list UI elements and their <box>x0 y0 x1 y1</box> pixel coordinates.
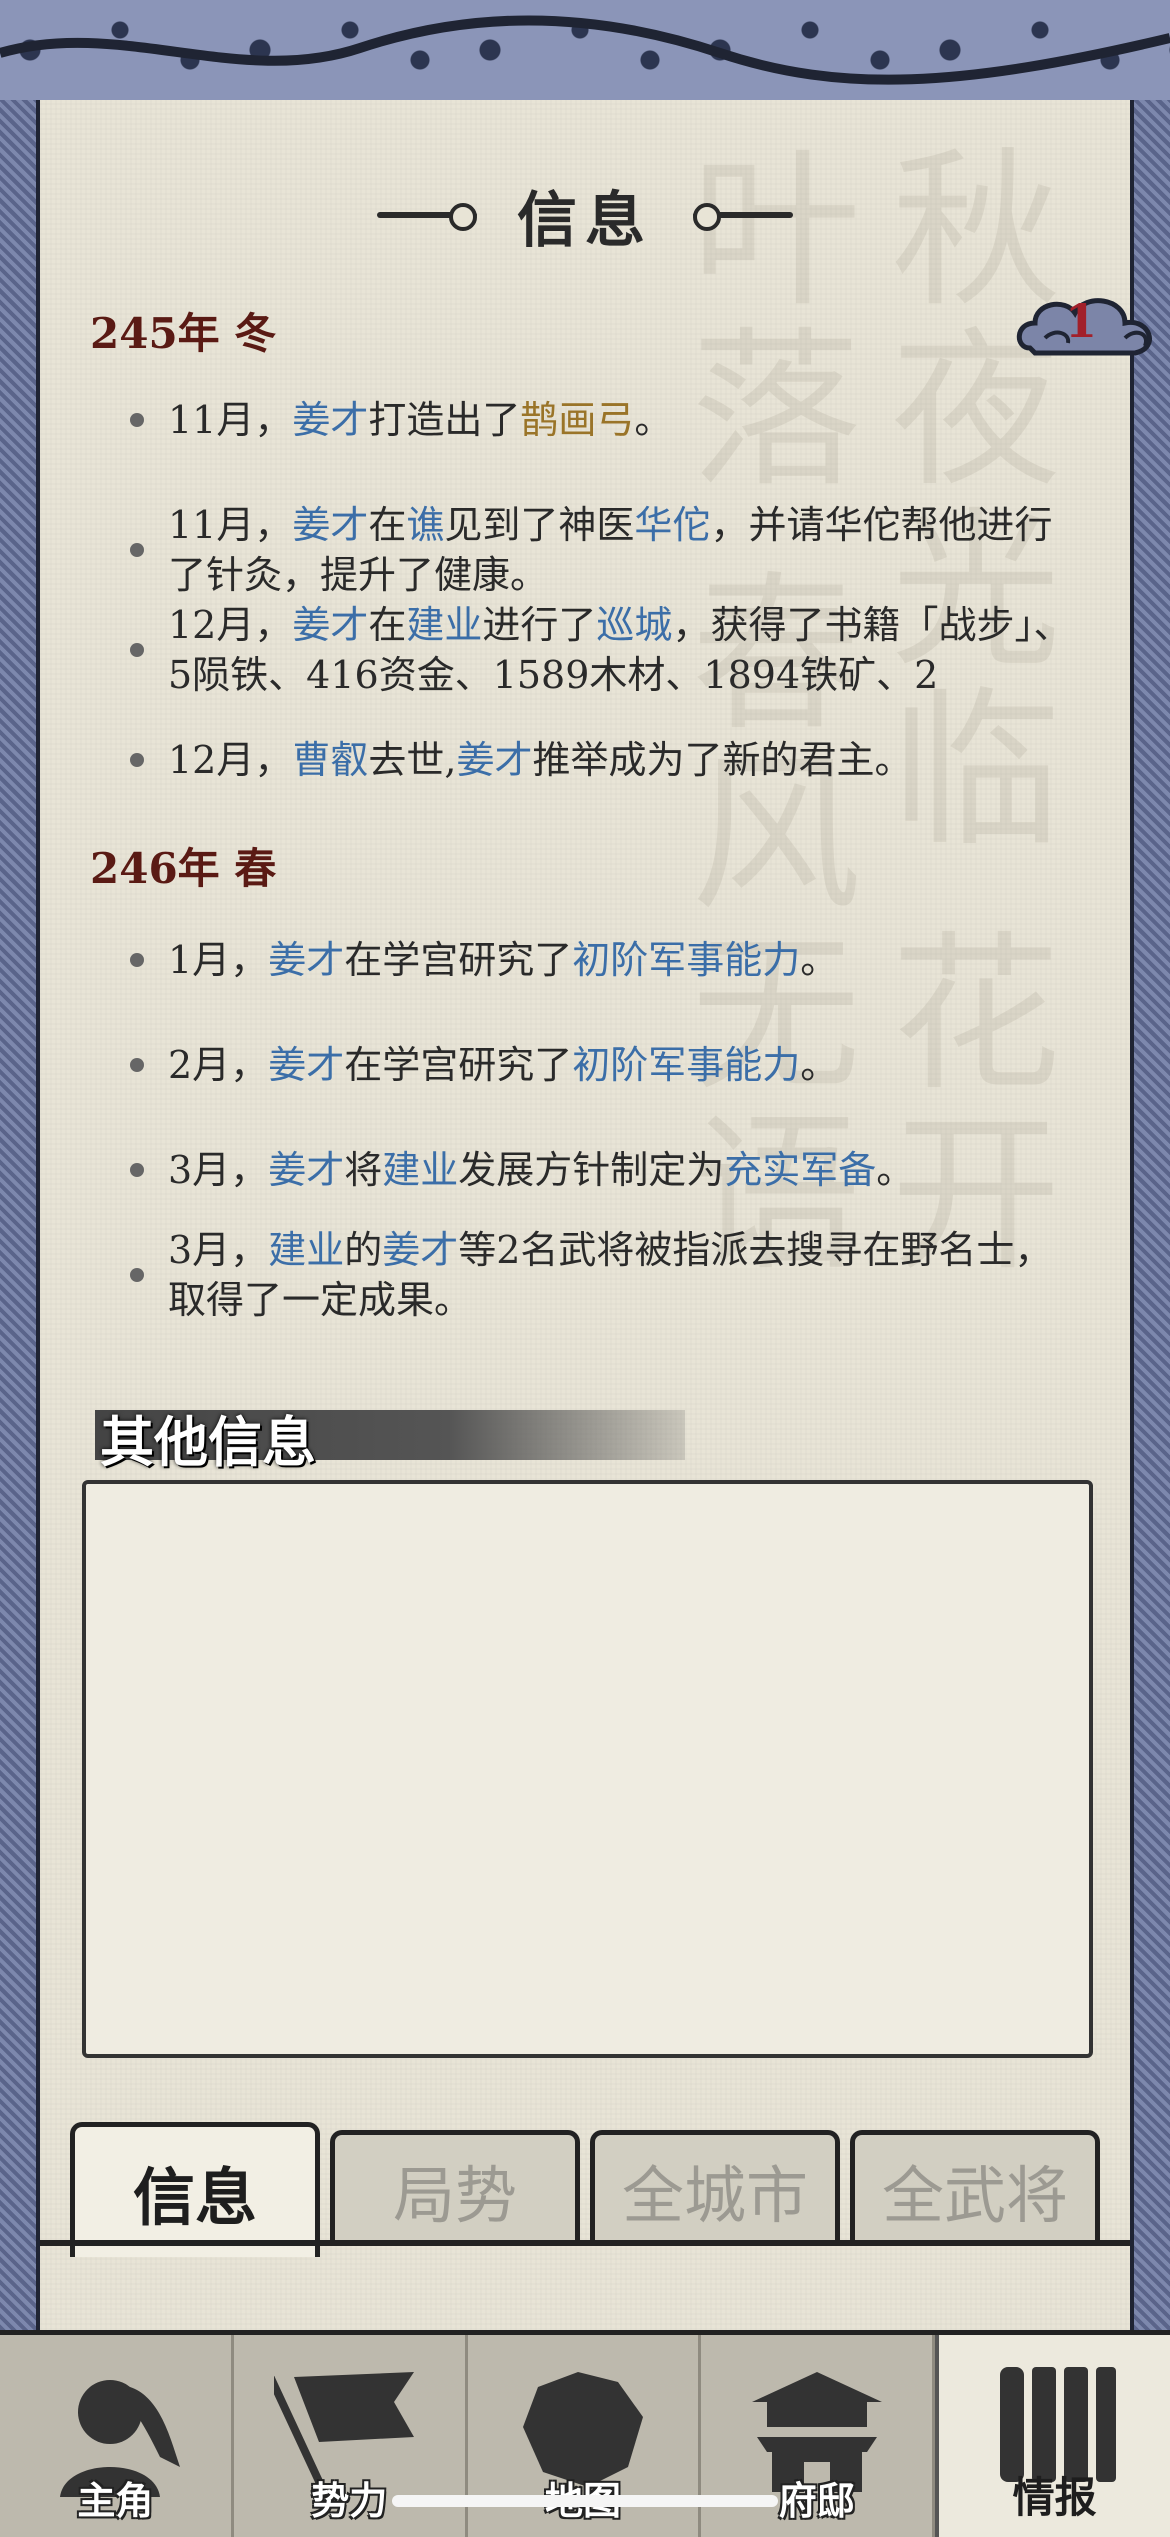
log-text-fragment: 12月， <box>168 603 293 647</box>
nav-label: 情报 <box>1012 2473 1097 2522</box>
log-entry-text: 3月，建业的姜才等2名武将被指派去搜寻在野名士，取得了一定成果。 <box>168 1225 1090 1325</box>
nav-item-intel[interactable]: 情报 <box>935 2335 1170 2537</box>
highlight-link[interactable]: 鹊画弓 <box>520 398 634 442</box>
highlight-link[interactable]: 充实军备 <box>724 1148 876 1192</box>
bullet-icon <box>130 643 144 657</box>
log-text-fragment: 。 <box>800 1043 839 1087</box>
nav-label: 势力 <box>311 2478 388 2523</box>
season-heading: 245年 冬 <box>90 309 277 358</box>
highlight-link[interactable]: 姜才 <box>268 1148 344 1192</box>
log-text-fragment: 在学宫研究了 <box>344 1043 573 1087</box>
log-text-fragment: 。 <box>876 1148 915 1192</box>
highlight-link[interactable]: 华佗 <box>634 503 710 547</box>
bullet-icon <box>130 753 144 767</box>
highlight-link[interactable]: 姜才 <box>382 1228 458 1272</box>
log-entry-text: 12月，曹叡去世,姜才推举成为了新的君主。 <box>168 735 1090 785</box>
highlight-link[interactable]: 谯 <box>406 503 444 547</box>
info-tabs: 信息 局势 全城市 全武将 <box>60 2122 1110 2257</box>
log-text-fragment: 。 <box>800 938 839 982</box>
log-text-fragment: 去世, <box>368 738 457 782</box>
nav-label: 府邸 <box>778 2478 855 2523</box>
tab-all-generals[interactable]: 全武将 <box>850 2130 1100 2245</box>
bullet-icon <box>130 1058 144 1072</box>
log-text-fragment: 进行了 <box>482 603 597 647</box>
tab-situation[interactable]: 局势 <box>330 2130 580 2245</box>
log-text-fragment: 11月， <box>168 398 293 442</box>
highlight-link[interactable]: 建业 <box>268 1228 344 1272</box>
log-text-fragment: 的 <box>344 1228 383 1272</box>
top-banner <box>0 0 1170 106</box>
log-entry-text: 3月，姜才将建业发展方针制定为充实军备。 <box>168 1145 1090 1195</box>
log-text-fragment: 1月， <box>168 938 269 982</box>
badge-count: 1 <box>1065 294 1098 348</box>
title-ornament-left <box>377 203 477 231</box>
bullet-icon <box>130 1268 144 1282</box>
highlight-link[interactable]: 姜才 <box>292 398 368 442</box>
log-entry-text: 11月，姜才打造出了鹊画弓。 <box>168 395 1090 445</box>
log-text-fragment: 打造出了 <box>368 398 521 442</box>
other-info-title: 其他信息 <box>100 1410 316 1474</box>
title-row: 信息 <box>40 170 1130 260</box>
home-indicator[interactable] <box>392 2495 778 2507</box>
log-entry: 11月，姜才打造出了鹊画弓。 <box>130 395 1090 445</box>
log-text-fragment: 在学宫研究了 <box>344 938 573 982</box>
log-text-fragment: 11月， <box>168 503 293 547</box>
title-ornament-right <box>693 203 793 231</box>
log-entry-text: 12月，姜才在建业进行了巡城，获得了书籍「战步」、5陨铁、416资金、1589木… <box>168 600 1090 700</box>
log-entry-text: 2月，姜才在学宫研究了初阶军事能力。 <box>168 1040 1090 1090</box>
bullet-icon <box>130 1163 144 1177</box>
log-entry-text: 11月，姜才在谯见到了神医华佗，并请华佗帮他进行了针灸，提升了健康。 <box>168 500 1090 600</box>
log-entry: 2月，姜才在学宫研究了初阶军事能力。 <box>130 1040 1090 1090</box>
log-entry: 1月，姜才在学宫研究了初阶军事能力。 <box>130 935 1090 985</box>
bullet-icon <box>130 543 144 557</box>
wave-decoration <box>0 15 1170 85</box>
log-text-fragment: 2月， <box>168 1043 269 1087</box>
log-entry: 12月，曹叡去世,姜才推举成为了新的君主。 <box>130 735 1090 785</box>
log-entry: 11月，姜才在谯见到了神医华佗，并请华佗帮他进行了针灸，提升了健康。 <box>130 500 1090 600</box>
log-entry: 3月，姜才将建业发展方针制定为充实军备。 <box>130 1145 1090 1195</box>
bullet-icon <box>130 953 144 967</box>
left-frame <box>0 100 40 2330</box>
log-text-fragment: 推举成为了新的君主。 <box>532 738 913 782</box>
log-text-fragment: 将 <box>344 1148 383 1192</box>
tab-all-cities[interactable]: 全城市 <box>590 2130 840 2245</box>
highlight-link[interactable]: 姜才 <box>268 938 344 982</box>
notification-badge[interactable]: 1 <box>1010 288 1160 378</box>
log-text-fragment: 发展方针制定为 <box>458 1148 725 1192</box>
page-title: 信息 <box>517 185 653 256</box>
log-entry: 3月，建业的姜才等2名武将被指派去搜寻在野名士，取得了一定成果。 <box>130 1225 1090 1325</box>
highlight-link[interactable]: 姜才 <box>292 503 368 547</box>
season-heading: 246年 春 <box>90 844 277 893</box>
highlight-link[interactable]: 曹叡 <box>292 738 368 782</box>
highlight-link[interactable]: 建业 <box>406 603 482 647</box>
highlight-link[interactable]: 巡城 <box>596 603 672 647</box>
other-info-box <box>82 1480 1093 2058</box>
tab-info[interactable]: 信息 <box>70 2122 320 2257</box>
highlight-link[interactable]: 建业 <box>382 1148 458 1192</box>
bullet-icon <box>130 413 144 427</box>
highlight-link[interactable]: 姜才 <box>292 603 368 647</box>
highlight-link[interactable]: 姜才 <box>268 1043 344 1087</box>
log-text-fragment: 在 <box>368 503 407 547</box>
log-entry-text: 1月，姜才在学宫研究了初阶军事能力。 <box>168 935 1090 985</box>
highlight-link[interactable]: 姜才 <box>456 738 532 782</box>
log-text-fragment: 在 <box>368 603 407 647</box>
highlight-link[interactable]: 初阶军事能力 <box>572 1043 800 1087</box>
log-text-fragment: 3月， <box>168 1228 269 1272</box>
log-entry: 12月，姜才在建业进行了巡城，获得了书籍「战步」、5陨铁、416资金、1589木… <box>130 600 1090 700</box>
highlight-link[interactable]: 初阶军事能力 <box>572 938 800 982</box>
log-text-fragment: 。 <box>634 398 673 442</box>
log-text-fragment: 3月， <box>168 1148 269 1192</box>
log-text-fragment: 见到了神医 <box>444 503 635 547</box>
nav-label: 主角 <box>77 2478 154 2523</box>
tab-baseline <box>40 2240 1130 2246</box>
log-text-fragment: 12月， <box>168 738 293 782</box>
right-frame <box>1130 100 1170 2330</box>
nav-item-character[interactable]: 主角 <box>0 2335 234 2537</box>
